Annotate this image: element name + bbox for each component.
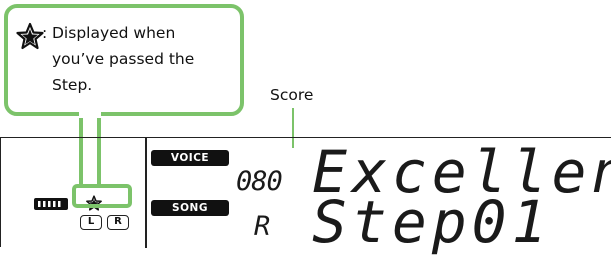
right-hand-indicator: R [107, 215, 129, 230]
song-number: R [254, 211, 271, 242]
callout-line-2: you’ve passed the [52, 50, 195, 68]
song-tag: SONG [151, 200, 229, 216]
left-hand-indicator: L [80, 215, 102, 230]
voice-number: 080 [236, 166, 283, 197]
callout-text: : Displayed when you’ve passed the Step. [42, 20, 238, 98]
keyboard-icon [34, 198, 68, 210]
callout-line-3: Step. [52, 76, 93, 94]
callout-pointer-gap [79, 112, 101, 118]
voice-tag: VOICE [151, 150, 229, 166]
song-display-text: Step01 [312, 188, 552, 256]
panel-divider [145, 138, 147, 248]
callout-colon: : [42, 24, 48, 42]
step-callout: : Displayed when you’ve passed the Step. [4, 4, 244, 116]
callout-line-1: Displayed when [52, 24, 176, 42]
star-icon [16, 22, 44, 50]
score-label: Score [270, 86, 314, 104]
step-star-highlight [72, 184, 132, 208]
